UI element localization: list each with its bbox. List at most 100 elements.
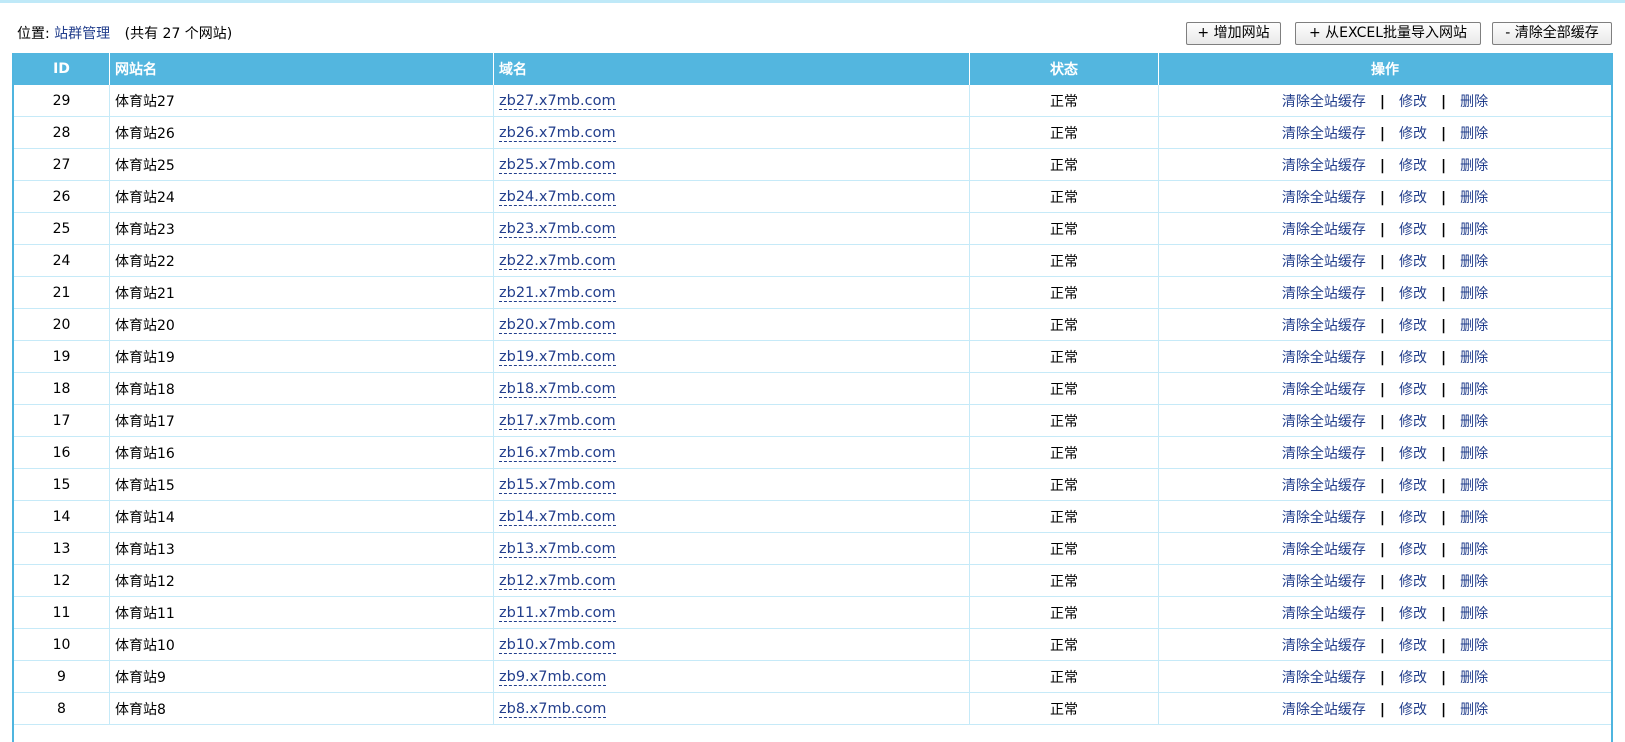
edit-link[interactable]: 修改 bbox=[1399, 318, 1427, 334]
ops-separator: | bbox=[1441, 93, 1447, 110]
row-domain-link[interactable]: zb17.x7mb.com bbox=[499, 412, 616, 430]
clear-site-cache-link[interactable]: 清除全站缓存 bbox=[1282, 510, 1366, 526]
clear-site-cache-link[interactable]: 清除全站缓存 bbox=[1282, 158, 1366, 174]
clear-site-cache-link[interactable]: 清除全站缓存 bbox=[1282, 190, 1366, 206]
delete-link[interactable]: 删除 bbox=[1460, 670, 1488, 686]
edit-link[interactable]: 修改 bbox=[1399, 126, 1427, 142]
row-domain-link[interactable]: zb11.x7mb.com bbox=[499, 604, 616, 622]
row-domain-cell: zb22.x7mb.com bbox=[493, 244, 970, 277]
row-domain-link[interactable]: zb10.x7mb.com bbox=[499, 636, 616, 654]
row-domain-link[interactable]: zb23.x7mb.com bbox=[499, 220, 616, 238]
edit-link[interactable]: 修改 bbox=[1399, 638, 1427, 654]
clear-site-cache-link[interactable]: 清除全站缓存 bbox=[1282, 478, 1366, 494]
clear-site-cache-link[interactable]: 清除全站缓存 bbox=[1282, 350, 1366, 366]
row-status: 正常 bbox=[969, 340, 1159, 373]
clear-site-cache-link[interactable]: 清除全站缓存 bbox=[1282, 702, 1366, 718]
import-excel-button[interactable]: + 从EXCEL批量导入网站 bbox=[1295, 22, 1481, 45]
site-table: ID 网站名 域名 状态 操作 29 体育站27 zb27.x7mb.com 正常 清除… bbox=[14, 53, 1611, 725]
ops-separator: | bbox=[1441, 669, 1447, 686]
edit-link[interactable]: 修改 bbox=[1399, 542, 1427, 558]
clear-site-cache-link[interactable]: 清除全站缓存 bbox=[1282, 94, 1366, 110]
delete-link[interactable]: 删除 bbox=[1460, 542, 1488, 558]
edit-link[interactable]: 修改 bbox=[1399, 350, 1427, 366]
delete-link[interactable]: 删除 bbox=[1460, 414, 1488, 430]
row-domain-link[interactable]: zb25.x7mb.com bbox=[499, 156, 616, 174]
add-site-button[interactable]: + 增加网站 bbox=[1186, 22, 1281, 45]
row-domain-link[interactable]: zb19.x7mb.com bbox=[499, 348, 616, 366]
edit-link[interactable]: 修改 bbox=[1399, 94, 1427, 110]
edit-link[interactable]: 修改 bbox=[1399, 158, 1427, 174]
clear-site-cache-link[interactable]: 清除全站缓存 bbox=[1282, 254, 1366, 270]
row-site-name: 体育站8 bbox=[109, 692, 494, 725]
clear-all-cache-button[interactable]: - 清除全部缓存 bbox=[1492, 22, 1612, 45]
clear-site-cache-link[interactable]: 清除全站缓存 bbox=[1282, 574, 1366, 590]
edit-link[interactable]: 修改 bbox=[1399, 382, 1427, 398]
delete-link[interactable]: 删除 bbox=[1460, 222, 1488, 238]
row-domain-link[interactable]: zb27.x7mb.com bbox=[499, 92, 616, 110]
row-id: 29 bbox=[14, 85, 110, 117]
row-domain-link[interactable]: zb22.x7mb.com bbox=[499, 252, 616, 270]
clear-site-cache-link[interactable]: 清除全站缓存 bbox=[1282, 222, 1366, 238]
clear-site-cache-link[interactable]: 清除全站缓存 bbox=[1282, 382, 1366, 398]
delete-link[interactable]: 删除 bbox=[1460, 574, 1488, 590]
clear-site-cache-link[interactable]: 清除全站缓存 bbox=[1282, 126, 1366, 142]
delete-link[interactable]: 删除 bbox=[1460, 606, 1488, 622]
edit-link[interactable]: 修改 bbox=[1399, 414, 1427, 430]
row-domain-link[interactable]: zb14.x7mb.com bbox=[499, 508, 616, 526]
row-domain-link[interactable]: zb9.x7mb.com bbox=[499, 668, 607, 686]
clear-site-cache-link[interactable]: 清除全站缓存 bbox=[1282, 446, 1366, 462]
edit-link[interactable]: 修改 bbox=[1399, 702, 1427, 718]
row-domain-link[interactable]: zb8.x7mb.com bbox=[499, 700, 607, 718]
row-ops: 清除全站缓存 | 修改 | 删除 bbox=[1158, 628, 1611, 661]
delete-link[interactable]: 删除 bbox=[1460, 638, 1488, 654]
edit-link[interactable]: 修改 bbox=[1399, 286, 1427, 302]
clear-site-cache-link[interactable]: 清除全站缓存 bbox=[1282, 414, 1366, 430]
breadcrumb-link-site-group[interactable]: 站群管理 bbox=[54, 26, 110, 42]
row-domain-link[interactable]: zb13.x7mb.com bbox=[499, 540, 616, 558]
edit-link[interactable]: 修改 bbox=[1399, 574, 1427, 590]
row-domain-link[interactable]: zb24.x7mb.com bbox=[499, 188, 616, 206]
edit-link[interactable]: 修改 bbox=[1399, 446, 1427, 462]
row-status: 正常 bbox=[969, 500, 1159, 533]
edit-link[interactable]: 修改 bbox=[1399, 670, 1427, 686]
delete-link[interactable]: 删除 bbox=[1460, 254, 1488, 270]
delete-link[interactable]: 删除 bbox=[1460, 382, 1488, 398]
clear-site-cache-link[interactable]: 清除全站缓存 bbox=[1282, 638, 1366, 654]
delete-link[interactable]: 删除 bbox=[1460, 286, 1488, 302]
clear-site-cache-link[interactable]: 清除全站缓存 bbox=[1282, 286, 1366, 302]
delete-link[interactable]: 删除 bbox=[1460, 158, 1488, 174]
delete-link[interactable]: 删除 bbox=[1460, 510, 1488, 526]
row-domain-cell: zb14.x7mb.com bbox=[493, 500, 970, 533]
delete-link[interactable]: 删除 bbox=[1460, 350, 1488, 366]
table-row: 10 体育站10 zb10.x7mb.com 正常 清除全站缓存 | 修改 | 删除 bbox=[14, 628, 1611, 661]
row-domain-link[interactable]: zb16.x7mb.com bbox=[499, 444, 616, 462]
delete-link[interactable]: 删除 bbox=[1460, 478, 1488, 494]
row-domain-link[interactable]: zb21.x7mb.com bbox=[499, 284, 616, 302]
edit-link[interactable]: 修改 bbox=[1399, 510, 1427, 526]
delete-link[interactable]: 删除 bbox=[1460, 94, 1488, 110]
row-domain-link[interactable]: zb12.x7mb.com bbox=[499, 572, 616, 590]
edit-link[interactable]: 修改 bbox=[1399, 190, 1427, 206]
clear-site-cache-link[interactable]: 清除全站缓存 bbox=[1282, 542, 1366, 558]
ops-separator: | bbox=[1441, 349, 1447, 366]
delete-link[interactable]: 删除 bbox=[1460, 702, 1488, 718]
delete-link[interactable]: 删除 bbox=[1460, 190, 1488, 206]
delete-link[interactable]: 删除 bbox=[1460, 318, 1488, 334]
edit-link[interactable]: 修改 bbox=[1399, 222, 1427, 238]
clear-site-cache-link[interactable]: 清除全站缓存 bbox=[1282, 670, 1366, 686]
row-domain-link[interactable]: zb18.x7mb.com bbox=[499, 380, 616, 398]
delete-link[interactable]: 删除 bbox=[1460, 126, 1488, 142]
row-status: 正常 bbox=[969, 148, 1159, 181]
ops-separator: | bbox=[1441, 701, 1447, 718]
clear-site-cache-link[interactable]: 清除全站缓存 bbox=[1282, 606, 1366, 622]
row-domain-link[interactable]: zb15.x7mb.com bbox=[499, 476, 616, 494]
edit-link[interactable]: 修改 bbox=[1399, 254, 1427, 270]
edit-link[interactable]: 修改 bbox=[1399, 478, 1427, 494]
row-domain-link[interactable]: zb26.x7mb.com bbox=[499, 124, 616, 142]
row-domain-cell: zb11.x7mb.com bbox=[493, 596, 970, 629]
row-site-name: 体育站19 bbox=[109, 340, 494, 373]
clear-site-cache-link[interactable]: 清除全站缓存 bbox=[1282, 318, 1366, 334]
edit-link[interactable]: 修改 bbox=[1399, 606, 1427, 622]
delete-link[interactable]: 删除 bbox=[1460, 446, 1488, 462]
row-domain-link[interactable]: zb20.x7mb.com bbox=[499, 316, 616, 334]
